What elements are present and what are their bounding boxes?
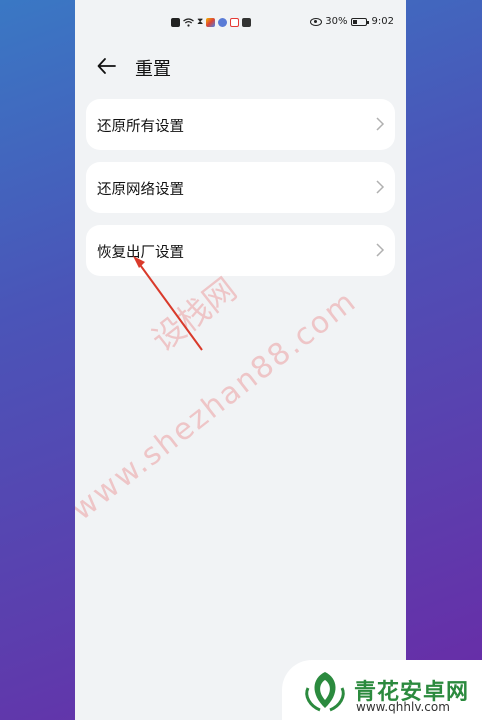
page-title: 重置 [135,59,171,80]
phone-screen: ⧗ 30% 9:02 重置 还原所有设置 还原网络设置 恢复出厂设置 设栈网 w… [75,0,406,720]
status-right: 30% 9:02 [310,16,394,27]
status-bar: ⧗ 30% 9:02 [75,0,406,46]
wifi-icon [183,17,194,27]
header: 重置 [75,48,406,84]
reset-all-settings-item[interactable]: 还原所有设置 [86,99,395,150]
status-icons: ⧗ [171,17,252,27]
site-logo: 青花安卓网 www.qhhlv.com [282,660,482,720]
notification-icon [171,17,180,27]
battery-percent: 30% [325,16,348,27]
chevron-right-icon [376,117,385,131]
app-icon-dark [242,17,252,27]
list-item-label: 还原网络设置 [97,182,184,198]
list-item-label: 还原所有设置 [97,119,184,135]
app-icon-colorful [206,17,216,27]
clock: 9:02 [371,16,394,27]
app-icon-blue [218,17,228,27]
watermark-cn: 设栈网 [144,270,244,360]
chevron-right-icon [376,243,385,257]
back-arrow-icon[interactable] [95,54,119,78]
factory-reset-item[interactable]: 恢复出厂设置 [86,225,395,276]
battery-icon [350,17,369,26]
list-item-label: 恢复出厂设置 [97,245,184,261]
app-icon-red [230,17,240,27]
leaf-logo-icon [302,668,348,714]
hourglass-icon: ⧗ [197,17,204,27]
eye-icon [310,17,323,26]
reset-network-settings-item[interactable]: 还原网络设置 [86,162,395,213]
chevron-right-icon [376,180,385,194]
logo-url: www.qhhlv.com [356,700,450,714]
